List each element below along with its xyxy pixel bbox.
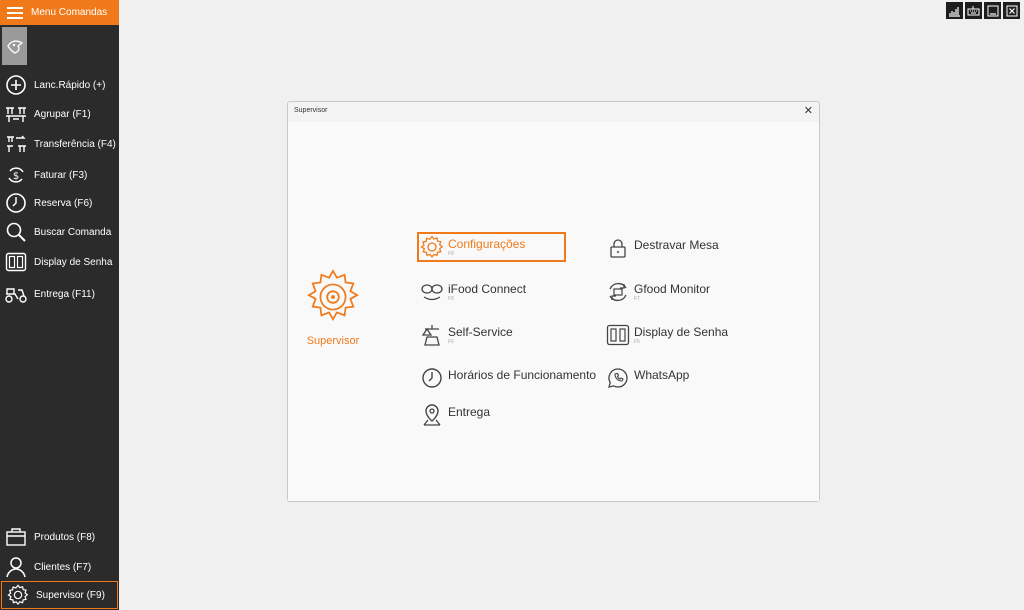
option-destravar-mesa[interactable]: Destravar Mesa bbox=[605, 233, 719, 263]
supervisor-dialog: Supervisor ✕ Supervisor Configurações F8 … bbox=[287, 101, 820, 502]
sidebar-item-supervisor[interactable]: Supervisor (F9) bbox=[1, 581, 118, 609]
option-label: Gfood Monitor bbox=[634, 282, 711, 296]
sidebar-item-label: Lanc.Rápido (+) bbox=[34, 79, 106, 91]
sidebar-item-transferencia[interactable]: Transferência (F4) bbox=[0, 131, 119, 157]
option-label: Configurações bbox=[448, 237, 526, 251]
option-horarios[interactable]: Horários de Funcionamento bbox=[419, 363, 596, 393]
option-shortcut: F8 bbox=[448, 251, 454, 257]
sidebar-item-label: Buscar Comanda bbox=[34, 226, 112, 238]
money-icon: $ bbox=[3, 163, 29, 187]
plus-circle-icon bbox=[3, 73, 29, 97]
option-ifood-connect[interactable]: iFood Connect F8 bbox=[419, 277, 526, 307]
svg-text:$: $ bbox=[13, 171, 19, 182]
option-shortcut: F7 bbox=[634, 296, 640, 302]
whatsapp-icon bbox=[605, 365, 631, 391]
sidebar-item-agrupar[interactable]: Agrupar (F1) bbox=[0, 101, 119, 127]
scale-icon bbox=[419, 322, 445, 348]
gear-icon bbox=[5, 583, 31, 607]
window-controls bbox=[946, 2, 1020, 19]
option-label: Entrega bbox=[448, 405, 491, 419]
tables-icon bbox=[3, 102, 29, 126]
option-self-service[interactable]: Self-Service F6 bbox=[419, 320, 513, 350]
search-icon bbox=[3, 220, 29, 244]
dialog-title: Supervisor bbox=[294, 107, 328, 114]
sidebar-item-label: Agrupar (F1) bbox=[34, 108, 91, 120]
section-label: Supervisor bbox=[306, 335, 360, 347]
option-label: Display de Senha bbox=[634, 325, 729, 339]
sidebar-item-label: Supervisor (F9) bbox=[36, 589, 105, 601]
sidebar-item-label: Entrega (F11) bbox=[34, 288, 95, 300]
sidebar-item-label: Clientes (F7) bbox=[34, 561, 92, 573]
chart-icon[interactable] bbox=[946, 2, 963, 19]
option-label: Self-Service bbox=[448, 325, 513, 339]
sidebar-item-produtos[interactable]: Produtos (F8) bbox=[0, 524, 119, 550]
minimize-icon[interactable] bbox=[984, 2, 1001, 19]
sidebar-item-label: Faturar (F3) bbox=[34, 169, 88, 181]
scooter-icon bbox=[3, 282, 29, 306]
sidebar-item-label: Display de Senha bbox=[34, 256, 113, 268]
sidebar-item-faturar[interactable]: $ Faturar (F3) bbox=[0, 162, 119, 188]
option-shortcut: F6 bbox=[448, 339, 454, 345]
display-icon bbox=[605, 322, 631, 348]
products-icon bbox=[3, 525, 29, 549]
sidebar-item-entrega[interactable]: Entrega (F11) bbox=[0, 281, 119, 307]
gear-icon bbox=[419, 234, 445, 260]
sidebar-item-label: Reserva (F6) bbox=[34, 197, 93, 209]
option-shortcut bbox=[448, 382, 596, 388]
app-logo bbox=[2, 27, 27, 65]
option-label: Destravar Mesa bbox=[634, 238, 719, 252]
sidebar-item-reserva[interactable]: Reserva (F6) bbox=[0, 190, 119, 216]
option-configuracoes[interactable]: Configurações F8 bbox=[417, 232, 566, 262]
keyboard-icon[interactable] bbox=[965, 2, 982, 19]
option-gfood-monitor[interactable]: Gfood Monitor F7 bbox=[605, 277, 710, 307]
display-icon bbox=[3, 250, 29, 274]
sidebar-item-clientes[interactable]: Clientes (F7) bbox=[0, 554, 119, 580]
map-pin-icon bbox=[419, 402, 445, 428]
option-label: iFood Connect bbox=[448, 282, 527, 296]
option-shortcut: F8 bbox=[448, 296, 454, 302]
option-display-senha[interactable]: Display de Senha F5 bbox=[605, 320, 728, 350]
sidebar-item-display-senha[interactable]: Display de Senha bbox=[0, 249, 119, 275]
option-label: Horários de Funcionamento bbox=[448, 368, 597, 382]
dialog-body: Supervisor Configurações F8 iFood Connect… bbox=[288, 122, 819, 501]
sidebar: Menu Comandas Lanc.Rápido (+) Agrupar (F… bbox=[0, 0, 119, 610]
menu-title: Menu Comandas bbox=[31, 7, 108, 18]
sidebar-item-label: Transferência (F4) bbox=[34, 138, 116, 150]
user-icon bbox=[3, 555, 29, 579]
option-shortcut: F5 bbox=[634, 339, 640, 345]
sidebar-item-buscar-comanda[interactable]: Buscar Comanda bbox=[0, 219, 119, 245]
printer-refresh-icon bbox=[605, 279, 631, 305]
menu-header[interactable]: Menu Comandas bbox=[0, 0, 119, 25]
transfer-icon bbox=[3, 132, 29, 156]
option-whatsapp[interactable]: WhatsApp bbox=[605, 363, 689, 393]
sidebar-item-label: Produtos (F8) bbox=[34, 531, 96, 543]
dialog-close-button[interactable]: ✕ bbox=[804, 104, 813, 117]
lock-icon bbox=[605, 235, 631, 261]
clock-icon bbox=[3, 191, 29, 215]
option-shortcut bbox=[634, 382, 689, 388]
sidebar-item-lanc-rapido[interactable]: Lanc.Rápido (+) bbox=[0, 72, 119, 98]
ifood-icon bbox=[419, 279, 445, 305]
hamburger-icon[interactable] bbox=[7, 6, 23, 19]
supervisor-section: Supervisor bbox=[302, 268, 364, 347]
gear-icon bbox=[304, 269, 362, 330]
close-icon[interactable] bbox=[1003, 2, 1020, 19]
clock-icon bbox=[419, 365, 445, 391]
option-entrega[interactable]: Entrega bbox=[419, 400, 490, 430]
option-shortcut bbox=[448, 419, 490, 425]
option-shortcut bbox=[634, 252, 719, 258]
option-label: WhatsApp bbox=[634, 368, 690, 382]
